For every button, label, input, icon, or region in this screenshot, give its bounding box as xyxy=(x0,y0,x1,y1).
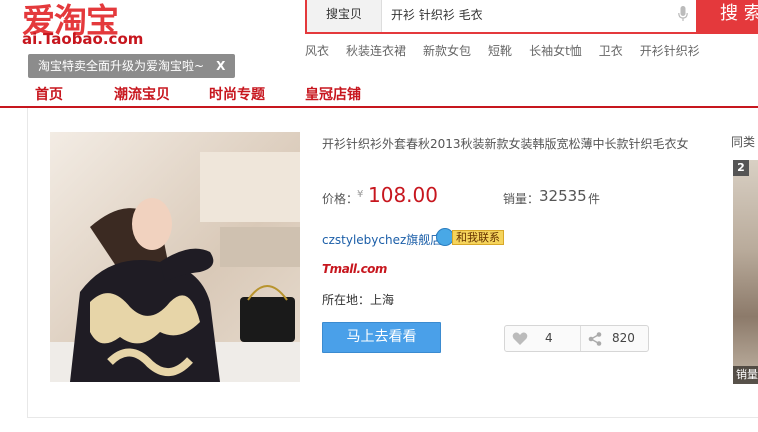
nav-item-home[interactable]: 首页 xyxy=(35,84,63,104)
upgrade-notice: 淘宝特卖全面升级为爱淘宝啦~ X xyxy=(28,54,236,78)
product-price: 108.00 xyxy=(368,183,438,207)
nav-item-trending[interactable]: 潮流宝贝 xyxy=(114,84,170,104)
close-notice-button[interactable]: X xyxy=(216,59,225,73)
similar-item-thumbnail[interactable]: 2 销量 xyxy=(733,160,758,384)
sales-unit: 件 xyxy=(588,192,601,206)
share-icon xyxy=(588,332,602,346)
logo[interactable]: 爱淘宝 ai.Taobao.com xyxy=(22,0,152,50)
search-button[interactable]: 搜 索 xyxy=(698,0,758,34)
hot-keywords: 风衣 秋装连衣裙 新款女包 短靴 长袖女t恤 卫衣 开衫针织衫 xyxy=(305,42,717,59)
similar-item-index: 2 xyxy=(733,160,749,176)
upgrade-notice-text: 淘宝特卖全面升级为爱淘宝啦~ xyxy=(38,59,205,73)
heart-icon xyxy=(512,332,528,345)
nav-item-crown-shops[interactable]: 皇冠店铺 xyxy=(305,84,361,104)
share-button[interactable]: 820 xyxy=(582,326,648,351)
hot-keyword[interactable]: 长袖女t恤 xyxy=(529,44,582,58)
product-image[interactable] xyxy=(50,132,300,382)
go-to-product-button[interactable]: 马上去看看 xyxy=(322,322,441,353)
similar-items-label: 同类 xyxy=(731,135,756,149)
location-text: 所在地：上海 xyxy=(322,293,395,307)
hot-keyword[interactable]: 开衫针织衫 xyxy=(640,44,700,58)
sales-label: 销量： xyxy=(503,192,540,206)
main-nav: 首页 潮流宝贝 时尚专题 皇冠店铺 xyxy=(0,80,758,108)
hot-keyword[interactable]: 卫衣 xyxy=(599,44,623,58)
share-count: 820 xyxy=(612,331,635,345)
like-button[interactable]: 4 xyxy=(505,326,581,351)
contact-label: 和我联系 xyxy=(452,230,504,245)
hot-keyword[interactable]: 风衣 xyxy=(305,44,329,58)
search-type-select[interactable]: 搜宝贝 xyxy=(307,0,382,32)
shop-link[interactable]: czstylebychez旗舰店 xyxy=(322,231,442,248)
logo-domain: ai.Taobao.com xyxy=(22,30,144,48)
like-count: 4 xyxy=(545,331,553,345)
price-label: 价格： xyxy=(322,192,359,206)
hot-keyword[interactable]: 新款女包 xyxy=(423,44,471,58)
sales-count: 32535 xyxy=(539,187,587,205)
contact-seller-button[interactable]: 和我联系 xyxy=(436,228,504,246)
hot-keyword[interactable]: 短靴 xyxy=(488,44,512,58)
product-title[interactable]: 开衫针织衫外套春秋2013秋装新款女装韩版宽松薄中长款针织毛衣女 xyxy=(322,135,689,152)
search-input[interactable] xyxy=(383,0,673,30)
nav-item-topics[interactable]: 时尚专题 xyxy=(209,84,265,104)
similar-item-caption: 销量 xyxy=(733,366,758,384)
social-actions: 4 820 xyxy=(504,325,649,352)
search-bar: 搜宝贝 xyxy=(305,0,698,34)
microphone-icon[interactable] xyxy=(678,6,688,22)
hot-keyword[interactable]: 秋装连衣裙 xyxy=(346,44,406,58)
currency-symbol: ¥ xyxy=(357,189,364,200)
tmall-logo: Tmall.com xyxy=(322,262,387,276)
